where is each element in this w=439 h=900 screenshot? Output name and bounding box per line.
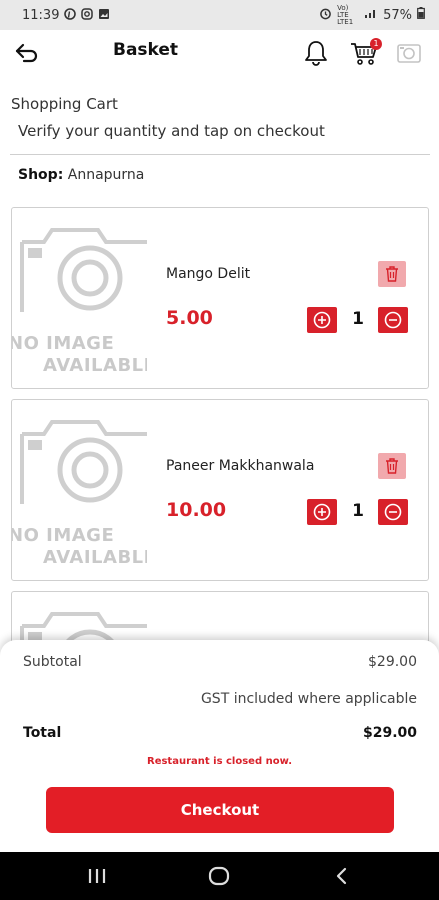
quantity-value: 1 (352, 309, 364, 329)
gallery-icon (98, 8, 110, 23)
total-label: Total (23, 725, 62, 741)
item-name: Paneer Makkhanwala (166, 458, 315, 474)
recent-apps-icon[interactable] (86, 864, 108, 892)
minus-circle-icon (384, 311, 402, 329)
page-title: Basket (113, 40, 179, 60)
app-header: Basket 1 (0, 30, 439, 76)
trash-icon (386, 458, 398, 474)
subtotal-value: $29.00 (368, 654, 417, 670)
home-icon[interactable] (207, 864, 231, 892)
cart-count-badge: 1 (370, 38, 382, 50)
system-nav-bar (0, 852, 439, 900)
status-right: Vo) LTE LTE1 57% (319, 3, 425, 26)
no-image-text: NO IMAGE (12, 525, 115, 546)
trash-icon (386, 266, 398, 282)
no-image-text: AVAILABLE (43, 355, 147, 376)
restaurant-closed-notice: Restaurant is closed now. (147, 756, 292, 767)
shop-line: Shop: Annapurna (18, 167, 144, 183)
status-bar: 11:39 Vo) LTE LTE1 57% (0, 0, 439, 30)
item-image-placeholder: NO IMAGE AVAILABLE (12, 400, 147, 580)
delete-item-button[interactable] (378, 453, 406, 479)
network-indicator: Vo) LTE LTE1 (337, 3, 354, 26)
no-image-text: AVAILABLE (43, 547, 147, 568)
camera-icon[interactable] (396, 40, 422, 66)
signal-icon (364, 7, 378, 23)
quantity-value: 1 (352, 501, 364, 521)
decrease-quantity-button[interactable] (378, 499, 408, 525)
order-summary-sheet: Subtotal $29.00 GST included where appli… (0, 640, 439, 852)
item-image-placeholder: NO IMAGE AVAILABLE (12, 208, 147, 388)
gst-note: GST included where applicable (200, 691, 417, 707)
status-time: 11:39 (22, 7, 60, 23)
delete-item-button[interactable] (378, 261, 406, 287)
no-image-text: NO IMAGE (12, 333, 115, 354)
camera-placeholder-icon (20, 228, 147, 312)
battery-text: 57% (383, 7, 412, 23)
camera-placeholder-icon (20, 420, 147, 504)
plus-circle-icon (313, 311, 331, 329)
divider (10, 154, 430, 155)
increase-quantity-button[interactable] (307, 307, 337, 333)
checkout-button[interactable]: Checkout (46, 787, 394, 833)
shop-label: Shop: (18, 167, 64, 183)
pinterest-icon (64, 7, 77, 23)
cart-heading: Shopping Cart (11, 95, 118, 113)
bell-icon[interactable] (303, 39, 329, 67)
minus-circle-icon (384, 503, 402, 521)
alarm-icon (319, 7, 332, 24)
shop-name: Annapurna (67, 167, 145, 183)
decrease-quantity-button[interactable] (378, 307, 408, 333)
total-value: $29.00 (362, 725, 417, 741)
item-price: 10.00 (166, 499, 227, 521)
battery-icon (417, 7, 425, 23)
status-left: 11:39 (22, 8, 110, 23)
back-nav-icon[interactable] (332, 864, 352, 892)
cart-instructions: Verify your quantity and tap on checkout (18, 122, 325, 140)
back-arrow-icon[interactable] (14, 40, 40, 66)
cart-item: NO IMAGE AVAILABLE Paneer Makkhanwala 10… (11, 399, 429, 581)
plus-circle-icon (313, 503, 331, 521)
item-price: 5.00 (166, 307, 213, 329)
subtotal-label: Subtotal (23, 654, 82, 670)
increase-quantity-button[interactable] (307, 499, 337, 525)
instagram-icon (81, 7, 94, 23)
cart-item: NO IMAGE AVAILABLE Mango Delit 5.00 1 (11, 207, 429, 389)
item-name: Mango Delit (166, 266, 251, 282)
